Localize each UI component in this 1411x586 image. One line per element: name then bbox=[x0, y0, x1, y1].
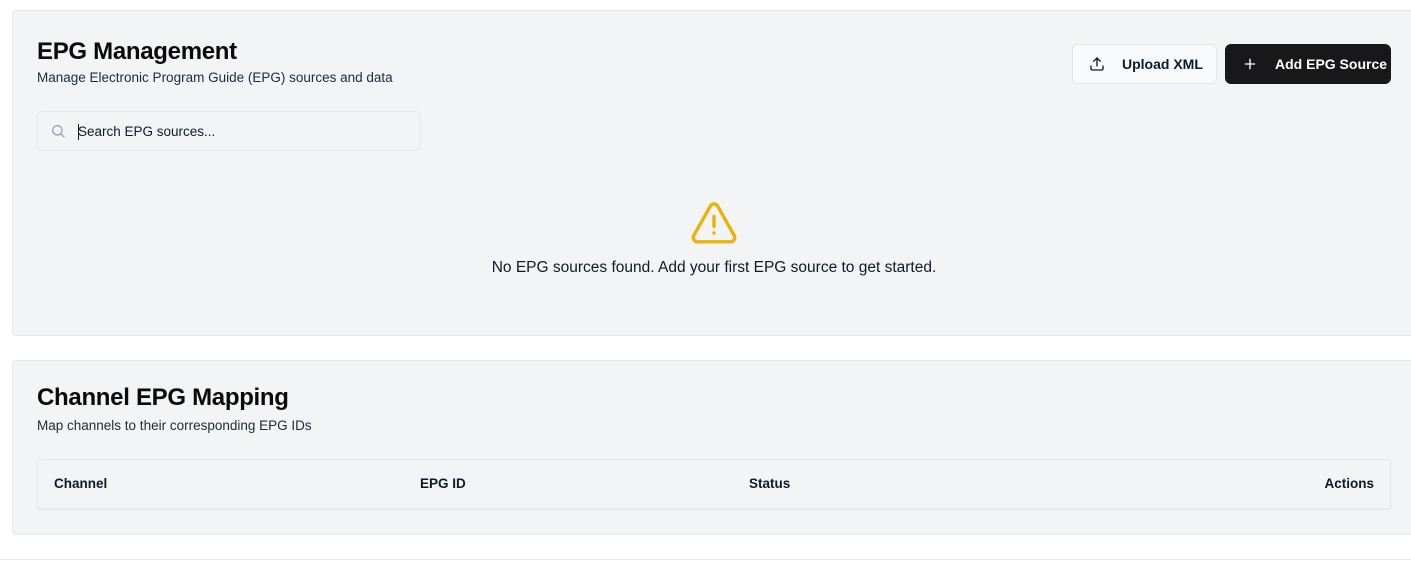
page-bottom-divider bbox=[0, 559, 1411, 560]
add-epg-source-label: Add EPG Source bbox=[1275, 56, 1388, 72]
epg-management-title: EPG Management bbox=[37, 38, 237, 65]
channel-mapping-title: Channel EPG Mapping bbox=[37, 384, 289, 411]
search-epg-sources bbox=[37, 111, 421, 151]
upload-xml-button[interactable]: Upload XML bbox=[1072, 44, 1217, 84]
channel-mapping-table: Channel EPG ID Status Actions bbox=[37, 459, 1391, 509]
text-caret bbox=[78, 124, 79, 140]
column-header-actions: Actions bbox=[1324, 476, 1374, 491]
epg-management-card: EPG Management Manage Electronic Program… bbox=[12, 10, 1411, 336]
column-header-epg-id: EPG ID bbox=[420, 476, 466, 491]
column-header-status: Status bbox=[749, 476, 791, 491]
add-epg-source-button[interactable]: Add EPG Source bbox=[1225, 44, 1391, 84]
plus-icon bbox=[1242, 56, 1258, 72]
channel-epg-mapping-card: Channel EPG Mapping Map channels to thei… bbox=[12, 360, 1411, 535]
upload-xml-label: Upload XML bbox=[1122, 56, 1203, 72]
page: EPG Management Manage Electronic Program… bbox=[0, 0, 1411, 586]
epg-management-subtitle: Manage Electronic Program Guide (EPG) so… bbox=[37, 70, 393, 85]
channel-mapping-subtitle: Map channels to their corresponding EPG … bbox=[37, 418, 312, 433]
upload-icon bbox=[1089, 56, 1105, 72]
column-header-channel: Channel bbox=[54, 476, 108, 491]
search-input[interactable] bbox=[78, 112, 408, 150]
search-icon bbox=[50, 123, 66, 139]
empty-state-message: No EPG sources found. Add your first EPG… bbox=[491, 259, 937, 276]
warning-icon bbox=[690, 201, 738, 245]
